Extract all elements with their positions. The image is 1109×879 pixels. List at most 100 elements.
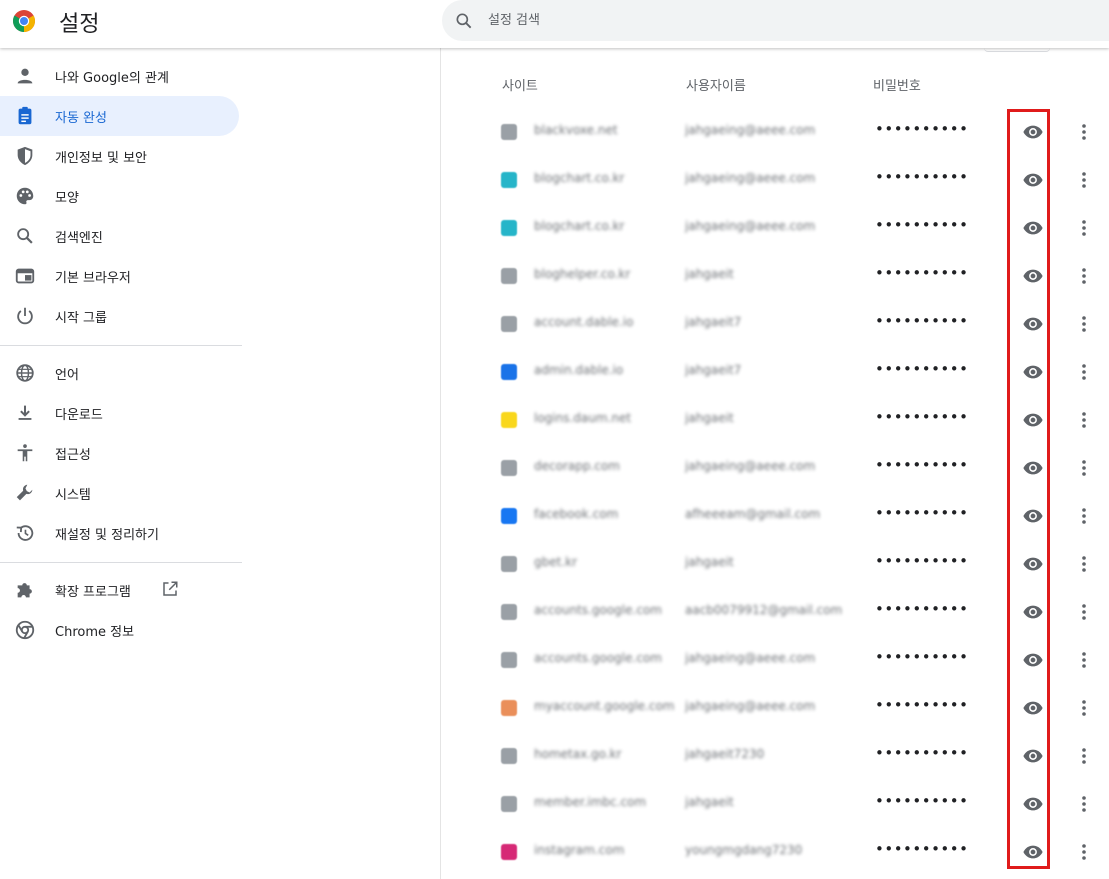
sidebar-item-about-chrome[interactable]: Chrome 정보 [0,610,239,650]
show-password-eye-icon[interactable] [1022,649,1044,671]
sidebar-item-autofill[interactable]: 자동 완성 [0,96,239,136]
site-favicon-icon [501,748,517,764]
more-actions-icon[interactable] [1077,793,1091,815]
username-value: jahgaeit7 [685,315,742,329]
search-input[interactable] [488,9,1068,31]
more-actions-icon[interactable] [1077,649,1091,671]
show-password-eye-icon[interactable] [1022,361,1044,383]
search-bar[interactable] [442,0,1109,41]
password-value: •••••••••• [875,792,969,810]
more-actions-icon[interactable] [1077,841,1091,863]
site-name[interactable]: blackvoxe.net [534,123,618,137]
sidebar-item-label: 확장 프로그램 [55,585,131,600]
password-value: •••••••••• [875,120,969,138]
show-password-eye-icon[interactable] [1022,409,1044,431]
sidebar-item-on-startup[interactable]: 시작 그룹 [0,296,239,336]
sidebar-item-reset[interactable]: 재설정 및 정리하기 [0,513,239,553]
show-password-eye-icon[interactable] [1022,505,1044,527]
show-password-eye-icon[interactable] [1022,457,1044,479]
site-name[interactable]: myaccount.google.com [534,699,675,713]
sidebar-item-languages[interactable]: 언어 [0,353,239,393]
site-name[interactable]: admin.dable.io [534,363,623,377]
more-actions-icon[interactable] [1077,697,1091,719]
site-name[interactable]: account.dable.io [534,315,633,329]
more-actions-icon[interactable] [1077,217,1091,239]
more-actions-icon[interactable] [1077,409,1091,431]
more-actions-icon[interactable] [1077,553,1091,575]
table-row: bloghelper.co.kr jahgaeit •••••••••• [442,252,1109,300]
site-name[interactable]: accounts.google.com [534,651,662,665]
content-divider [440,48,441,879]
show-password-eye-icon[interactable] [1022,745,1044,767]
table-row: myaccount.google.com jahgaeing@aeee.com ••… [442,684,1109,732]
more-actions-icon[interactable] [1077,457,1091,479]
site-name[interactable]: instagram.com [534,843,624,857]
password-value: •••••••••• [875,264,969,282]
more-actions-icon[interactable] [1077,361,1091,383]
sidebar-item-label: 접근성 [55,448,91,463]
username-value: jahgaeit [685,795,734,809]
site-name[interactable]: accounts.google.com [534,603,662,617]
site-favicon-icon [501,652,517,668]
site-name[interactable]: hometax.go.kr [534,747,621,761]
more-actions-icon[interactable] [1077,601,1091,623]
site-favicon-icon [501,124,517,140]
wrench-icon [16,484,33,501]
table-row: accounts.google.com jahgaeing@aeee.com •••… [442,636,1109,684]
sidebar-item-label: 재설정 및 정리하기 [55,528,159,543]
sidebar-item-downloads[interactable]: 다운로드 [0,393,239,433]
column-header-password: 비밀번호 [873,79,921,94]
show-password-eye-icon[interactable] [1022,601,1044,623]
site-name[interactable]: facebook.com [534,507,618,521]
show-password-eye-icon[interactable] [1022,553,1044,575]
site-favicon-icon [501,412,517,428]
password-value: •••••••••• [875,360,969,378]
site-name[interactable]: gbet.kr [534,555,577,569]
show-password-eye-icon[interactable] [1022,169,1044,191]
sidebar-item-extensions[interactable]: 확장 프로그램 [0,570,239,610]
show-password-eye-icon[interactable] [1022,793,1044,815]
more-actions-icon[interactable] [1077,169,1091,191]
show-password-eye-icon[interactable] [1022,265,1044,287]
sidebar-item-default-browser[interactable]: 기본 브라우저 [0,256,239,296]
sidebar-item-label: 자동 완성 [55,111,107,126]
restore-icon [16,525,34,541]
show-password-eye-icon[interactable] [1022,121,1044,143]
show-password-eye-icon[interactable] [1022,697,1044,719]
card-top-edge [984,48,1050,52]
username-value: afheeeam@gmail.com [685,507,821,521]
more-actions-icon[interactable] [1077,265,1091,287]
password-value: •••••••••• [875,744,969,762]
accessibility-icon [17,444,33,462]
site-name[interactable]: decorapp.com [534,459,620,473]
username-value: jahgaeing@aeee.com [685,171,816,185]
more-actions-icon[interactable] [1077,745,1091,767]
site-name[interactable]: logins.daum.net [534,411,631,425]
site-favicon-icon [501,364,517,380]
sidebar-item-accessibility[interactable]: 접근성 [0,433,239,473]
show-password-eye-icon[interactable] [1022,841,1044,863]
show-password-eye-icon[interactable] [1022,217,1044,239]
chrome-icon [15,620,35,640]
username-value: aacb0079912@gmail.com [685,603,843,617]
site-name[interactable]: member.imbc.com [534,795,646,809]
more-actions-icon[interactable] [1077,313,1091,335]
sidebar-item-appearance[interactable]: 모양 [0,176,239,216]
sidebar-item-label: 시작 그룹 [55,311,107,326]
sidebar-item-search-engine[interactable]: 검색엔진 [0,216,239,256]
site-favicon-icon [501,604,517,620]
more-actions-icon[interactable] [1077,505,1091,527]
top-bar: 설정 [0,0,1109,48]
site-name[interactable]: bloghelper.co.kr [534,267,630,281]
show-password-eye-icon[interactable] [1022,313,1044,335]
more-actions-icon[interactable] [1077,121,1091,143]
sidebar-divider [0,562,242,563]
sidebar-item-system[interactable]: 시스템 [0,473,239,513]
column-header-site: 사이트 [502,79,538,94]
username-value: jahgaeit7230 [685,747,765,761]
sidebar-item-you-and-google[interactable]: 나와 Google의 관계 [0,56,239,96]
site-name[interactable]: blogchart.co.kr [534,171,624,185]
site-name[interactable]: blogchart.co.kr [534,219,624,233]
sidebar-item-privacy[interactable]: 개인정보 및 보안 [0,136,239,176]
password-value: •••••••••• [875,456,969,474]
